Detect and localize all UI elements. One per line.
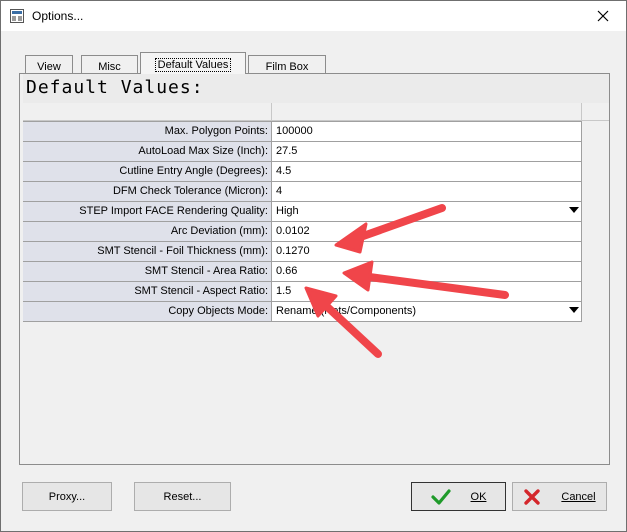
area-ratio-field[interactable]: 0.66	[272, 262, 582, 281]
button-label: Proxy...	[48, 490, 86, 503]
dropdown-arrow-icon[interactable]	[569, 207, 579, 213]
setting-row-arc-deviation: Arc Deviation (mm): 0.0102	[23, 222, 582, 242]
panel-heading: Default Values:	[26, 77, 204, 98]
arc-deviation-field[interactable]: 0.0102	[272, 222, 582, 241]
grid-column-header	[23, 103, 609, 121]
setting-row-dfm-check-tolerance: DFM Check Tolerance (Micron): 4	[23, 182, 582, 202]
cancel-button[interactable]: Cancel	[512, 482, 607, 511]
setting-row-copy-objects-mode: Copy Objects Mode: Rename (Nets/Componen…	[23, 302, 582, 322]
panel-header: Default Values:	[23, 74, 609, 104]
setting-label: SMT Stencil - Foil Thickness (mm):	[23, 242, 272, 261]
ok-button[interactable]: OK	[411, 482, 506, 511]
setting-row-step-import-quality: STEP Import FACE Rendering Quality: High	[23, 202, 582, 222]
setting-label: SMT Stencil - Area Ratio:	[23, 262, 272, 281]
dropdown-arrow-icon[interactable]	[569, 307, 579, 313]
setting-label: SMT Stencil - Aspect Ratio:	[23, 282, 272, 301]
aspect-ratio-field[interactable]: 1.5	[272, 282, 582, 301]
copy-objects-mode-select[interactable]: Rename (Nets/Components)	[272, 302, 582, 321]
button-label: Reset...	[163, 490, 202, 503]
setting-label: AutoLoad Max Size (Inch):	[23, 142, 272, 161]
setting-row-aspect-ratio: SMT Stencil - Aspect Ratio: 1.5	[23, 282, 582, 302]
setting-label: DFM Check Tolerance (Micron):	[23, 182, 272, 201]
window-title: Options...	[32, 9, 84, 23]
setting-row-max-polygon-points: Max. Polygon Points: 100000	[23, 122, 582, 142]
tab-label: Default Values	[154, 58, 232, 72]
tab-label: Misc	[98, 60, 121, 73]
grid-header-value-column	[272, 103, 582, 121]
tab-label: View	[37, 60, 61, 73]
options-dialog: Options... View Misc Default Values Film…	[0, 0, 627, 532]
setting-label: STEP Import FACE Rendering Quality:	[23, 202, 272, 221]
setting-row-cutline-entry-angle: Cutline Entry Angle (Degrees): 4.5	[23, 162, 582, 182]
reset-button[interactable]: Reset...	[134, 482, 231, 511]
close-icon	[597, 10, 609, 22]
tab-label: Film Box	[265, 60, 309, 73]
red-x-icon	[523, 488, 541, 506]
setting-label: Cutline Entry Angle (Degrees):	[23, 162, 272, 181]
setting-label: Copy Objects Mode:	[23, 302, 272, 321]
title-bar: Options...	[1, 1, 626, 31]
step-import-quality-select[interactable]: High	[272, 202, 582, 221]
autoload-max-size-field[interactable]: 27.5	[272, 142, 582, 161]
dfm-check-tolerance-field[interactable]: 4	[272, 182, 582, 201]
settings-grid: Max. Polygon Points: 100000 AutoLoad Max…	[23, 121, 582, 322]
tab-view[interactable]: View	[25, 55, 73, 74]
cutline-entry-angle-field[interactable]: 4.5	[272, 162, 582, 181]
select-value: Rename (Nets/Components)	[276, 305, 417, 317]
tab-film-box[interactable]: Film Box	[248, 55, 326, 74]
select-value: High	[276, 205, 299, 217]
foil-thickness-field[interactable]: 0.1270	[272, 242, 582, 261]
button-label: Cancel	[561, 490, 596, 503]
grid-header-label-column	[23, 103, 272, 121]
max-polygon-points-field[interactable]: 100000	[272, 122, 582, 141]
proxy-button[interactable]: Proxy...	[22, 482, 112, 511]
close-button[interactable]	[580, 1, 626, 31]
tab-misc[interactable]: Misc	[81, 55, 138, 74]
setting-label: Arc Deviation (mm):	[23, 222, 272, 241]
button-label: OK	[470, 490, 487, 503]
app-icon	[10, 9, 24, 23]
setting-label: Max. Polygon Points:	[23, 122, 272, 141]
tab-default-values[interactable]: Default Values	[140, 52, 246, 74]
default-values-page: Default Values: Max. Polygon Points: 100…	[19, 73, 610, 465]
checkmark-icon	[430, 488, 451, 505]
setting-row-autoload-max-size: AutoLoad Max Size (Inch): 27.5	[23, 142, 582, 162]
setting-row-area-ratio: SMT Stencil - Area Ratio: 0.66	[23, 262, 582, 282]
setting-row-foil-thickness: SMT Stencil - Foil Thickness (mm): 0.127…	[23, 242, 582, 262]
